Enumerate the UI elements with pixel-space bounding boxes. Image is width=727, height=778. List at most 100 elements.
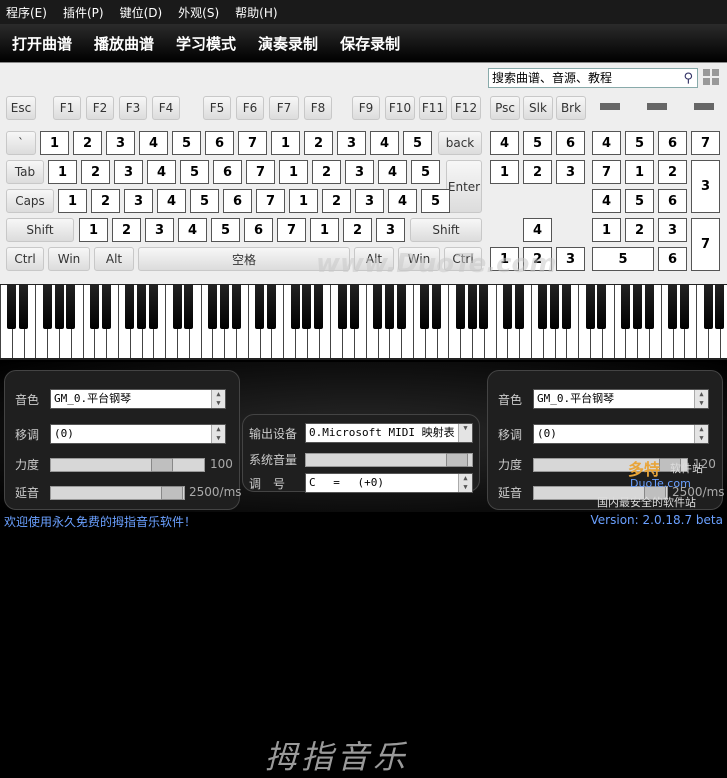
search-input[interactable]: 搜索曲谱、音源、教程 ⚲	[488, 68, 698, 88]
piano-white-key[interactable]	[247, 285, 249, 358]
note-key[interactable]: 5	[172, 131, 201, 155]
note-key[interactable]: 3	[556, 160, 585, 184]
note-key[interactable]: 6	[213, 160, 242, 184]
note-key[interactable]: 6	[658, 131, 687, 155]
note-key[interactable]: 6	[556, 131, 585, 155]
key-esc[interactable]: Esc	[6, 96, 36, 120]
note-key[interactable]: 2	[523, 160, 552, 184]
note-key[interactable]: 7	[238, 131, 267, 155]
note-key[interactable]: 7	[277, 218, 306, 242]
note-key[interactable]: 2	[625, 218, 654, 242]
piano-black-key[interactable]	[538, 285, 548, 329]
volume-slider[interactable]	[305, 453, 473, 467]
piano-white-key[interactable]	[696, 285, 698, 358]
piano-black-key[interactable]	[396, 285, 406, 329]
piano-black-key[interactable]	[479, 285, 489, 329]
piano-black-key[interactable]	[550, 285, 560, 329]
note-key[interactable]: 3	[345, 160, 374, 184]
key-f5[interactable]: F5	[203, 96, 231, 120]
note-key[interactable]: 4	[147, 160, 176, 184]
velocity-slider[interactable]	[50, 458, 205, 472]
key-f6[interactable]: F6	[236, 96, 264, 120]
key-f3[interactable]: F3	[119, 96, 147, 120]
slider-thumb[interactable]	[151, 458, 173, 472]
piano-black-key[interactable]	[89, 285, 99, 329]
note-key[interactable]: 5	[180, 160, 209, 184]
piano-white-key[interactable]	[330, 285, 332, 358]
note-key[interactable]: 2	[322, 189, 351, 213]
menu-plugins[interactable]: 插件(P)	[63, 4, 104, 21]
note-key[interactable]: 4	[592, 131, 621, 155]
piano-black-key[interactable]	[715, 285, 725, 329]
piano-black-key[interactable]	[302, 285, 312, 329]
note-key[interactable]: 3	[114, 160, 143, 184]
piano-black-key[interactable]	[561, 285, 571, 329]
piano-black-key[interactable]	[19, 285, 29, 329]
menu-help[interactable]: 帮助(H)	[235, 4, 277, 21]
note-key[interactable]: 4	[139, 131, 168, 155]
note-key[interactable]: 3	[691, 160, 720, 213]
output-device-select[interactable]: 0.Microsoft MIDI 映射表 ▼	[305, 423, 473, 443]
piano-black-key[interactable]	[207, 285, 217, 329]
piano-black-key[interactable]	[384, 285, 394, 329]
chevron-updown-icon[interactable]: ▲ ▼	[211, 425, 225, 443]
play-score-button[interactable]: 播放曲谱	[94, 33, 154, 54]
piano-black-key[interactable]	[231, 285, 241, 329]
note-key[interactable]: 3	[124, 189, 153, 213]
key-slk[interactable]: Slk	[523, 96, 553, 120]
piano-white-key[interactable]	[531, 285, 532, 358]
note-key[interactable]: 5	[211, 218, 240, 242]
piano-white-key[interactable]	[165, 285, 167, 358]
piano-black-key[interactable]	[148, 285, 158, 329]
search-icon[interactable]: ⚲	[683, 70, 693, 88]
menu-keymap[interactable]: 键位(D)	[120, 4, 163, 21]
note-key[interactable]: 1	[48, 160, 77, 184]
note-key[interactable]: 7	[256, 189, 285, 213]
note-key[interactable]: 1	[625, 160, 654, 184]
key-psc[interactable]: Psc	[490, 96, 520, 120]
menu-appearance[interactable]: 外观(S)	[178, 4, 219, 21]
piano-black-key[interactable]	[337, 285, 347, 329]
note-key[interactable]: 4	[592, 189, 621, 213]
key-signature-stepper[interactable]: C = (+0) ▲ ▼	[305, 473, 473, 493]
key-tab[interactable]: Tab	[6, 160, 44, 184]
piano-black-key[interactable]	[514, 285, 524, 329]
note-key[interactable]: 5	[523, 131, 552, 155]
piano-white-key[interactable]	[613, 285, 615, 358]
piano-black-key[interactable]	[349, 285, 359, 329]
chevron-down-icon[interactable]: ▼	[458, 424, 472, 442]
key-f10[interactable]: F10	[385, 96, 415, 120]
note-key[interactable]: 5	[421, 189, 450, 213]
piano-black-key[interactable]	[597, 285, 607, 329]
chevron-updown-icon[interactable]: ▲ ▼	[458, 474, 472, 492]
key-backspace[interactable]: back	[438, 131, 482, 155]
piano-black-key[interactable]	[101, 285, 111, 329]
piano-white-key[interactable]	[448, 285, 450, 358]
piano-black-key[interactable]	[420, 285, 430, 329]
note-key[interactable]: 4	[388, 189, 417, 213]
note-key[interactable]: 5	[190, 189, 219, 213]
instrument-select[interactable]: GM_0.平台钢琴 ▲ ▼	[50, 389, 226, 409]
key-enter[interactable]: Enter	[446, 160, 482, 213]
note-key[interactable]: 5	[411, 160, 440, 184]
key-f1[interactable]: F1	[53, 96, 81, 120]
menu-program[interactable]: 程序(E)	[6, 4, 47, 21]
key-f12[interactable]: F12	[451, 96, 481, 120]
note-key[interactable]: 3	[376, 218, 405, 242]
piano-white-key[interactable]	[660, 285, 662, 358]
chevron-updown-icon[interactable]: ▲ ▼	[694, 425, 708, 443]
note-key[interactable]: 4	[370, 131, 399, 155]
note-key[interactable]: 4	[490, 131, 519, 155]
chevron-updown-icon[interactable]: ▲ ▼	[211, 390, 225, 408]
record-performance-button[interactable]: 演奏录制	[258, 33, 318, 54]
piano-black-key[interactable]	[290, 285, 300, 329]
piano-black-key[interactable]	[137, 285, 147, 329]
key-f8[interactable]: F8	[304, 96, 332, 120]
note-key[interactable]: 1	[271, 131, 300, 155]
note-key[interactable]: 5	[403, 131, 432, 155]
instrument-select[interactable]: GM_0.平台钢琴 ▲ ▼	[533, 389, 709, 409]
note-key[interactable]: 1	[40, 131, 69, 155]
note-key[interactable]: 3	[145, 218, 174, 242]
piano-black-key[interactable]	[620, 285, 630, 329]
transpose-stepper[interactable]: (0) ▲ ▼	[50, 424, 226, 444]
